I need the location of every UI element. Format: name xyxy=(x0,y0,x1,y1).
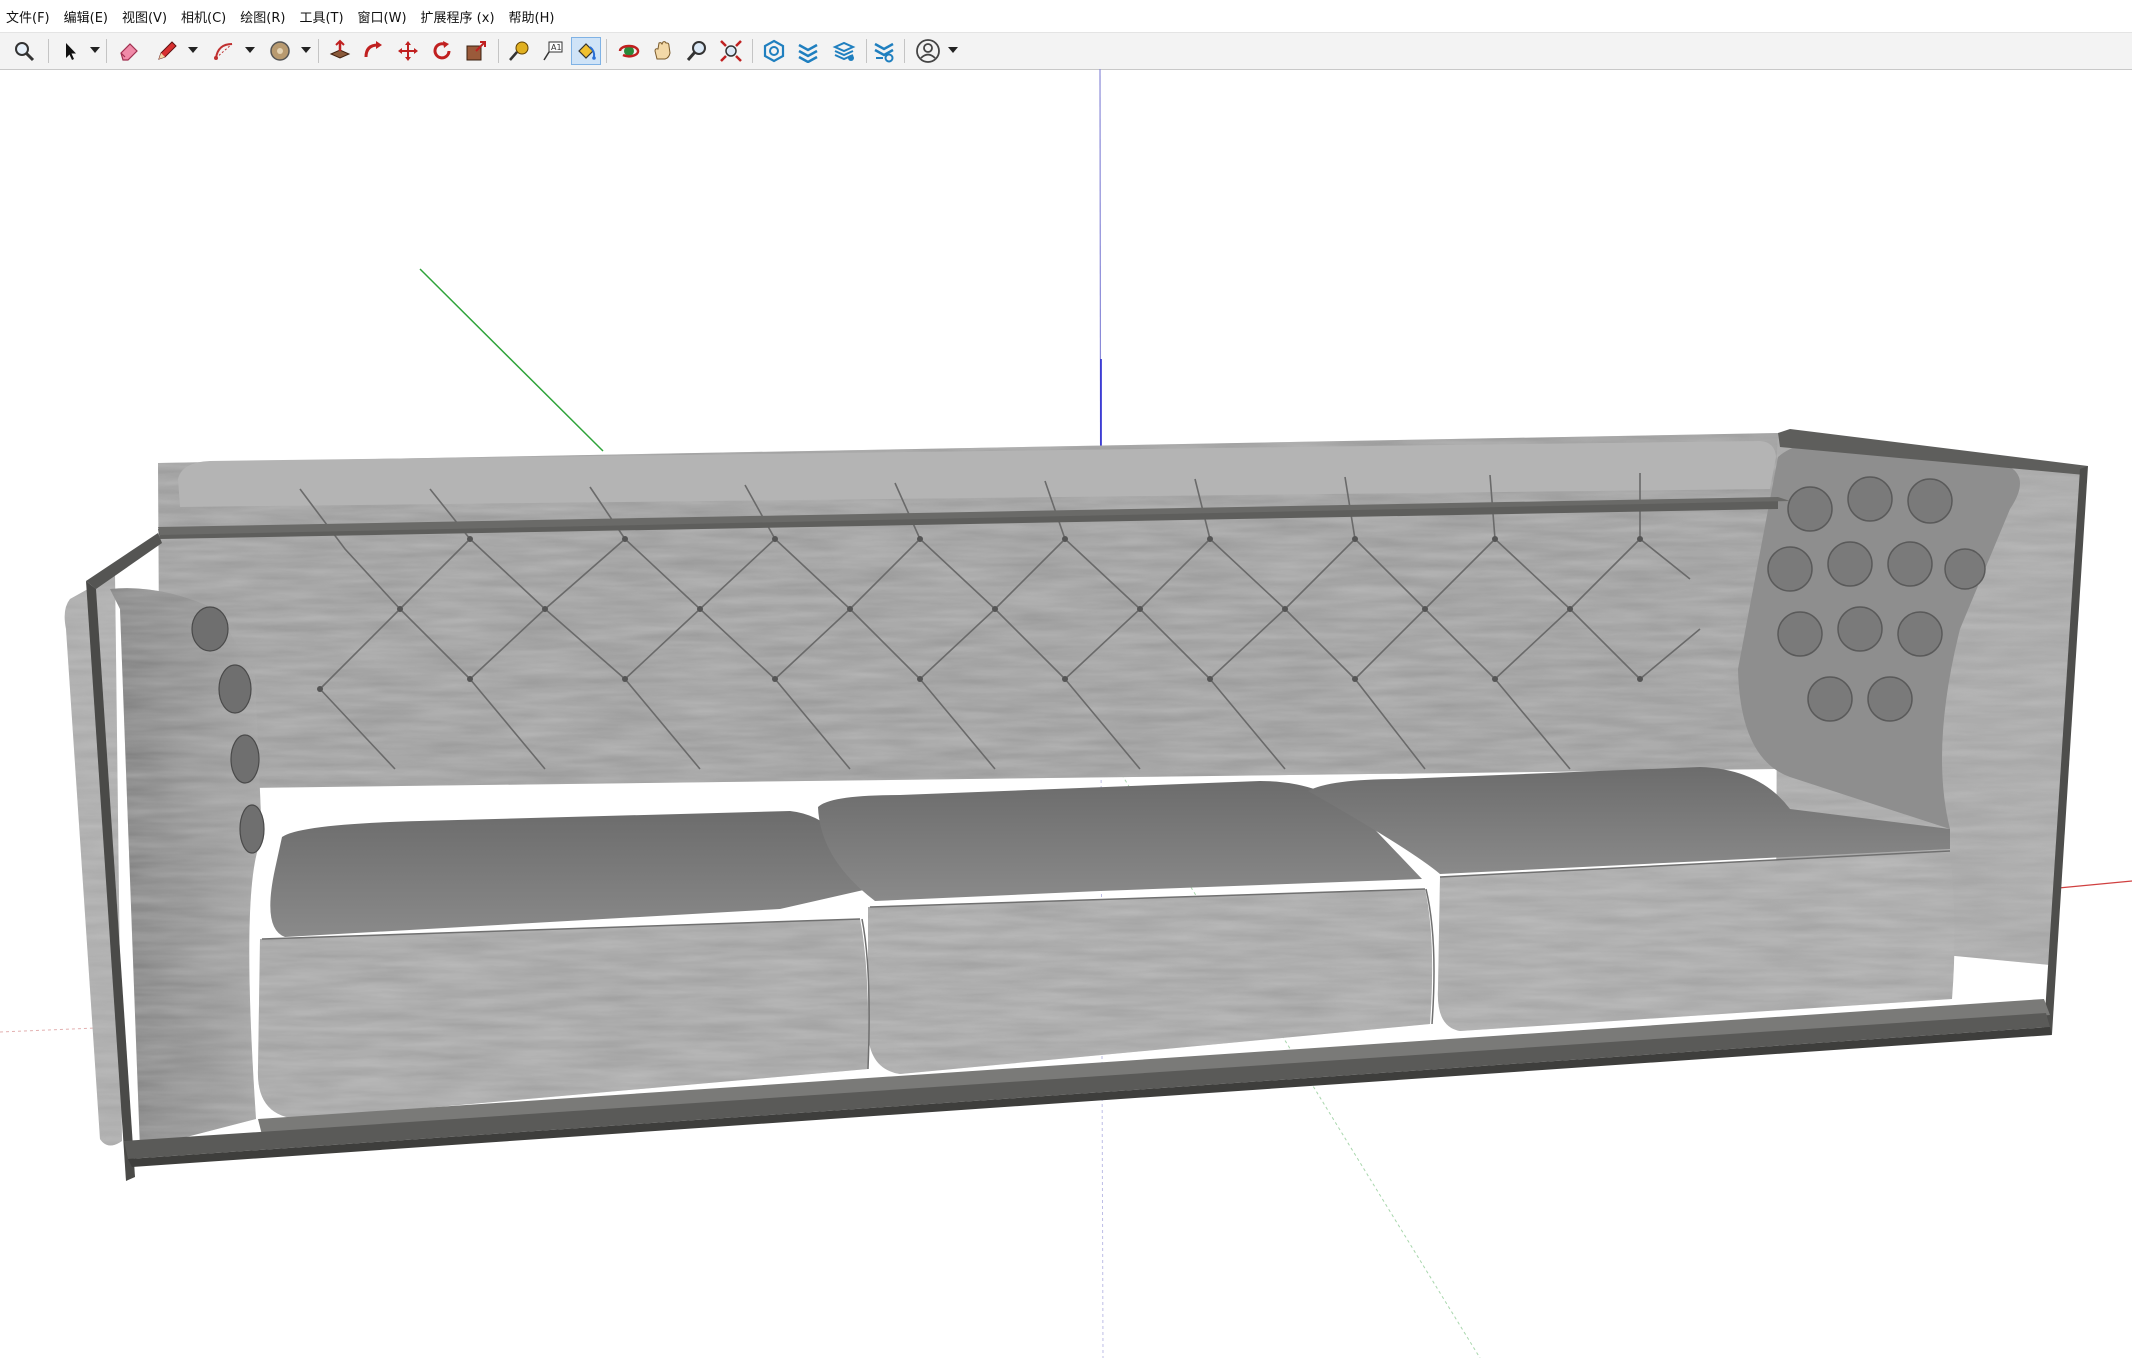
menu-view[interactable]: 视图(V) xyxy=(115,0,174,32)
eraser-icon[interactable] xyxy=(114,37,144,65)
paint-bucket-icon[interactable] xyxy=(571,37,601,65)
toolbar-separator xyxy=(606,39,607,63)
push-pull-icon[interactable] xyxy=(325,37,355,65)
text-label-icon[interactable]: A1 xyxy=(538,37,568,65)
rotate-icon[interactable] xyxy=(427,37,457,65)
search-icon[interactable] xyxy=(9,37,39,65)
circle-shape-icon[interactable] xyxy=(265,37,295,65)
green-axis xyxy=(419,268,604,452)
menu-bar: 文件(F) 编辑(E) 视图(V) 相机(C) 绘图(R) 工具(T) 窗口(W… xyxy=(0,0,2132,32)
toolbar-separator xyxy=(318,39,319,63)
sofa-model-scene xyxy=(0,69,2132,1358)
pencil-dropdown-icon[interactable] xyxy=(188,47,198,53)
menu-draw[interactable]: 绘图(R) xyxy=(233,0,292,32)
toolbar-separator xyxy=(48,39,49,63)
menu-edit[interactable]: 编辑(E) xyxy=(57,0,115,32)
extension-warehouse-icon[interactable] xyxy=(793,37,823,65)
svg-text:A1: A1 xyxy=(551,43,562,52)
model-viewport[interactable] xyxy=(0,69,2132,1358)
layout-icon[interactable] xyxy=(829,37,859,65)
menu-tools[interactable]: 工具(T) xyxy=(292,0,350,32)
menu-window[interactable]: 窗口(W) xyxy=(351,0,414,32)
shape-dropdown-icon[interactable] xyxy=(301,47,311,53)
zoom-icon[interactable] xyxy=(682,37,712,65)
pencil-line-icon[interactable] xyxy=(152,37,182,65)
toolbar-separator xyxy=(106,39,107,63)
arc-dropdown-icon[interactable] xyxy=(245,47,255,53)
user-account-icon[interactable] xyxy=(913,37,943,65)
toolbar-separator xyxy=(866,39,867,63)
toolbar-separator xyxy=(904,39,905,63)
arc-icon[interactable] xyxy=(209,37,239,65)
scale-icon[interactable] xyxy=(461,37,491,65)
seat-cushion-left-top xyxy=(270,811,868,937)
left-frame-top xyxy=(86,533,162,589)
follow-me-icon[interactable] xyxy=(359,37,389,65)
toolbar-separator xyxy=(752,39,753,63)
zoom-extents-icon[interactable] xyxy=(716,37,746,65)
account-dropdown-icon[interactable] xyxy=(948,47,958,53)
sofa-model[interactable] xyxy=(64,429,2088,1181)
main-toolbar: A1 xyxy=(0,32,2132,70)
move-icon[interactable] xyxy=(393,37,423,65)
menu-file[interactable]: 文件(F) xyxy=(0,0,57,32)
menu-help[interactable]: 帮助(H) xyxy=(502,0,562,32)
extension-manager-icon[interactable] xyxy=(869,37,899,65)
orbit-icon[interactable] xyxy=(614,37,644,65)
pan-icon[interactable] xyxy=(648,37,678,65)
3d-warehouse-icon[interactable] xyxy=(759,37,789,65)
toolbar-separator xyxy=(498,39,499,63)
tape-measure-icon[interactable] xyxy=(504,37,534,65)
select-arrow-icon[interactable] xyxy=(56,37,86,65)
select-dropdown-icon[interactable] xyxy=(90,47,100,53)
menu-extensions[interactable]: 扩展程序 (x) xyxy=(414,0,502,32)
menu-camera[interactable]: 相机(C) xyxy=(174,0,233,32)
